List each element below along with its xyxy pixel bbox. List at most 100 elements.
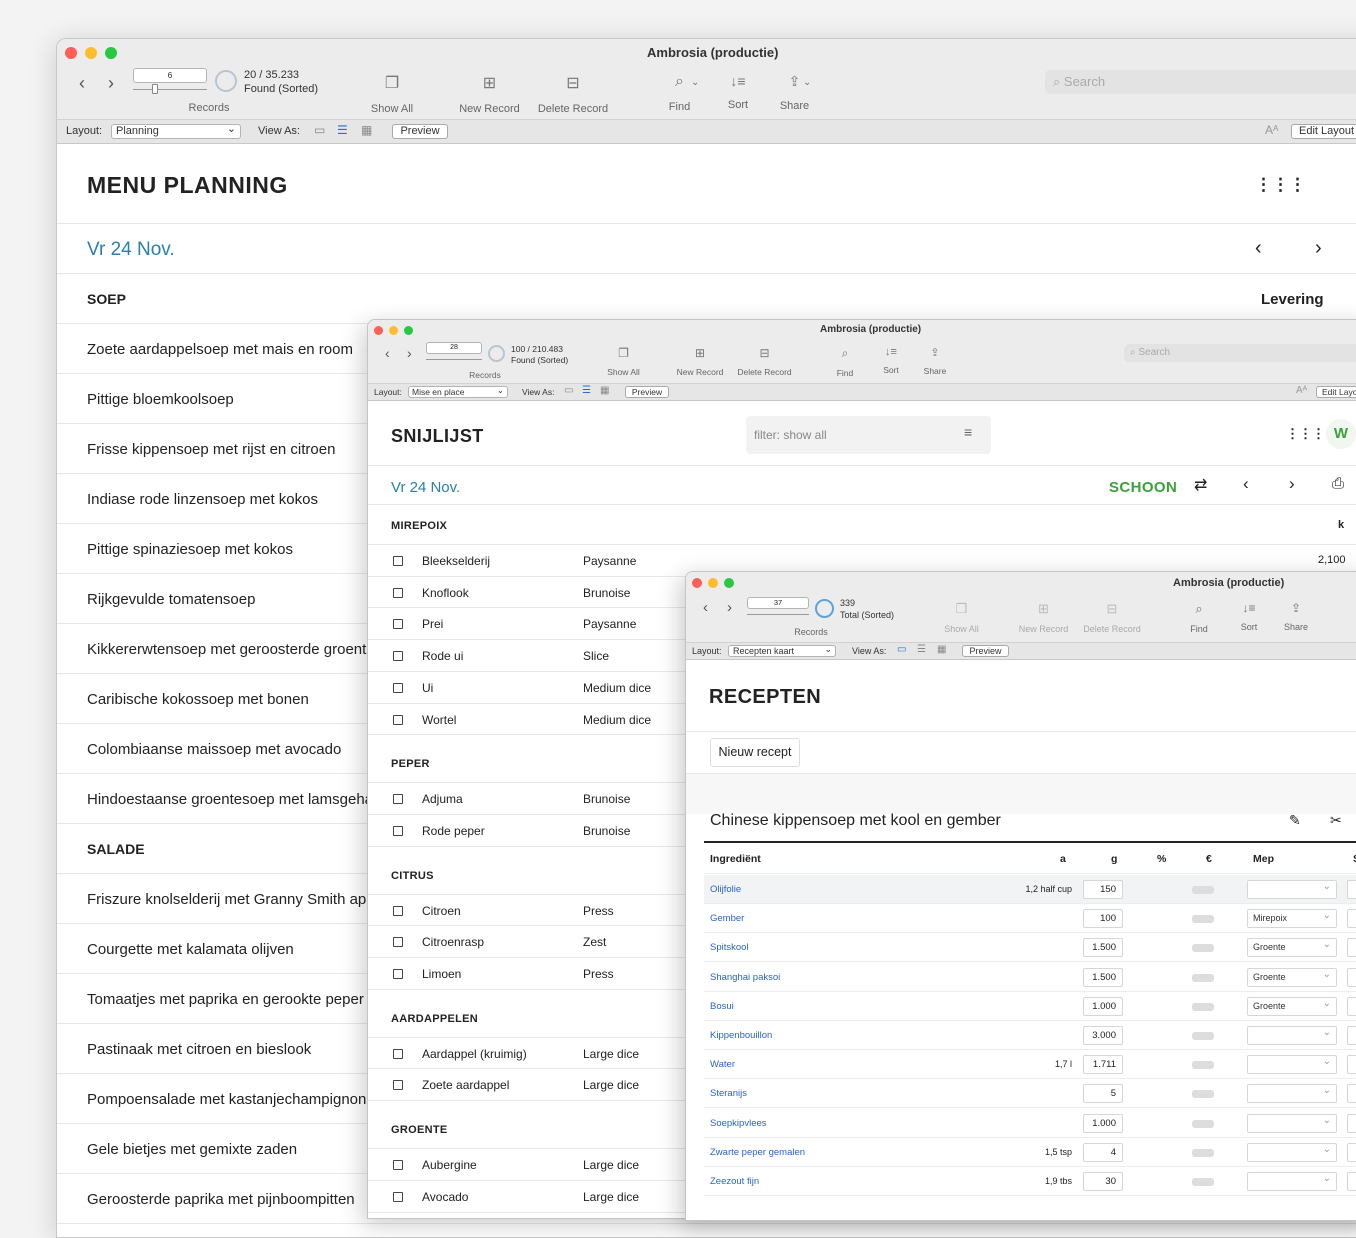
record-slider-field[interactable]: 37 [747, 597, 809, 609]
list-view-icon[interactable]: ☰ [582, 385, 591, 396]
forward-arrow-icon[interactable]: › [727, 599, 732, 616]
new-recipe-button[interactable]: Nieuw recept [710, 738, 800, 767]
back-arrow-icon[interactable]: ‹ [79, 73, 85, 94]
delete-record-button[interactable]: ⊟ Delete Record [732, 346, 797, 377]
layout-select[interactable]: Recepten kaart ⌄ [728, 644, 836, 657]
close-button[interactable] [374, 326, 383, 335]
next-date-icon[interactable]: › [1289, 474, 1295, 494]
menu-item[interactable]: Pastinaak met citroen en bieslook [87, 1041, 311, 1058]
table-row[interactable]: Gember 100 Mirepoix [704, 904, 1356, 934]
minimize-button[interactable] [85, 47, 97, 59]
preview-button[interactable]: Preview [392, 124, 448, 139]
mep-select[interactable] [1247, 1053, 1337, 1075]
share-button[interactable]: ⇪ Share [916, 346, 954, 376]
grams-field[interactable]: 30 [1083, 1172, 1123, 1191]
table-row[interactable]: Spitskool 1.500 Groente [704, 933, 1356, 963]
s-select[interactable] [1347, 1113, 1356, 1133]
grams-field[interactable]: 5 [1083, 1084, 1123, 1104]
checkbox[interactable] [393, 794, 403, 805]
checkbox[interactable] [393, 825, 403, 836]
menu-item[interactable]: Colombiaanse maissoep met avocado [87, 741, 341, 758]
s-select[interactable] [1347, 938, 1356, 958]
layout-select[interactable]: Mise en place ⌄ [408, 385, 508, 398]
menu-item[interactable]: Gele bietjes met gemixte zaden [87, 1141, 297, 1158]
menu-item[interactable]: Indiase rode linzensoep met kokos [87, 491, 318, 508]
menu-item[interactable]: Pittige spinaziesoep met kokos [87, 541, 293, 558]
ingredient-link[interactable]: Spitskool [710, 942, 749, 953]
ingredient-link[interactable]: Water [710, 1059, 735, 1070]
record-slider[interactable] [426, 359, 482, 360]
sort-button[interactable]: ↓≡ Sort [873, 346, 909, 375]
next-date-icon[interactable]: › [1315, 237, 1322, 260]
scissors-icon[interactable]: ✂ [1330, 812, 1342, 829]
checkbox[interactable] [393, 969, 403, 979]
grams-field[interactable]: 1.000 [1083, 996, 1123, 1016]
new-record-button[interactable]: ⊞ New Record [452, 73, 527, 115]
menu-item[interactable]: Courgette met kalamata olijven [87, 941, 294, 958]
mep-select[interactable] [1247, 878, 1337, 899]
back-arrow-icon[interactable]: ‹ [385, 345, 390, 361]
new-record-button[interactable]: ⊞ New Record [1011, 601, 1076, 634]
share-button[interactable]: ⇪ Share [1276, 601, 1316, 632]
filter-field[interactable]: filter: show all ≡ [746, 416, 991, 454]
ingredient-link[interactable]: Olijfolie [710, 884, 741, 895]
delete-record-button[interactable]: ⊟ Delete Record [532, 73, 614, 115]
s-select[interactable] [1347, 909, 1356, 929]
checkbox[interactable] [393, 714, 403, 725]
table-row[interactable]: Shanghai paksoi 1.500 Groente [704, 963, 1356, 992]
preview-button[interactable]: Preview [625, 386, 669, 398]
zoom-button[interactable] [404, 326, 413, 335]
menu-item[interactable]: Caribische kokossoep met bonen [87, 691, 309, 708]
ingredient-link[interactable]: Bosui [710, 1001, 734, 1012]
ingredient-link[interactable]: Shanghai paksoi [710, 972, 780, 983]
table-view-icon[interactable]: ▦ [361, 123, 372, 137]
swap-icon[interactable]: ⇄ [1194, 475, 1207, 495]
ingredient-link[interactable]: Steranijs [710, 1088, 747, 1099]
prev-date-icon[interactable]: ‹ [1255, 237, 1262, 260]
grams-field[interactable]: 3.000 [1083, 1026, 1123, 1045]
table-row[interactable]: Water 1,7 l 1.711 [704, 1050, 1356, 1080]
grams-field[interactable]: 1.500 [1083, 967, 1123, 987]
checkbox[interactable] [393, 905, 403, 916]
table-row[interactable]: Olijfolie 1,2 half cup 150 [704, 875, 1356, 904]
s-select[interactable] [1347, 1026, 1356, 1045]
mep-select[interactable]: Groente [1247, 936, 1337, 958]
list-view-icon[interactable]: ☰ [337, 123, 348, 137]
zoom-button[interactable] [105, 47, 117, 59]
sort-button[interactable]: ↓≡ Sort [1230, 601, 1268, 632]
s-select[interactable] [1347, 1055, 1356, 1075]
mep-select[interactable] [1247, 1170, 1337, 1191]
menu-item[interactable]: Geroosterde paprika met pijnboompitten [87, 1191, 355, 1208]
menu-item[interactable]: Tomaatjes met paprika en gerookte peper [87, 991, 364, 1008]
zoom-button[interactable] [724, 578, 734, 588]
close-button[interactable] [65, 47, 77, 59]
print-icon[interactable]: ⎙ [1332, 475, 1344, 492]
checkbox[interactable] [393, 651, 403, 662]
checkbox[interactable] [393, 682, 403, 693]
checkbox[interactable] [393, 1080, 403, 1091]
slider-thumb[interactable] [152, 84, 158, 94]
forward-arrow-icon[interactable]: › [407, 345, 412, 361]
record-slider-field[interactable]: 6 [133, 68, 207, 83]
sort-button[interactable]: ↓≡ Sort [717, 73, 759, 111]
grams-field[interactable]: 1.500 [1083, 938, 1123, 958]
new-record-button[interactable]: ⊞ New Record [670, 346, 730, 377]
grams-field[interactable]: 4 [1083, 1142, 1123, 1162]
grams-field[interactable]: 1.711 [1083, 1055, 1123, 1075]
menu-item[interactable]: Zoete aardappelsoep met mais en room [87, 341, 353, 358]
close-button[interactable] [692, 578, 702, 588]
checkbox[interactable] [393, 937, 403, 948]
menu-item[interactable]: Rijkgevulde tomatensoep [87, 591, 255, 608]
s-select[interactable] [1347, 1172, 1356, 1191]
grams-field[interactable]: 150 [1083, 880, 1123, 899]
menu-item[interactable]: Frisse kippensoep met rijst en citroen [87, 441, 335, 458]
show-all-button[interactable]: ❐ Show All [596, 346, 651, 377]
grid-menu-icon[interactable]: ⋮⋮⋮ [1255, 175, 1306, 195]
record-slider[interactable] [133, 89, 207, 90]
grams-field[interactable]: 1.000 [1083, 1113, 1123, 1133]
avatar[interactable]: W [1326, 419, 1356, 449]
list-view-icon[interactable]: ☰ [917, 644, 926, 655]
checkbox[interactable] [393, 1048, 403, 1059]
text-format-icon[interactable]: Aᴬ [1296, 385, 1307, 396]
minimize-button[interactable] [389, 326, 398, 335]
